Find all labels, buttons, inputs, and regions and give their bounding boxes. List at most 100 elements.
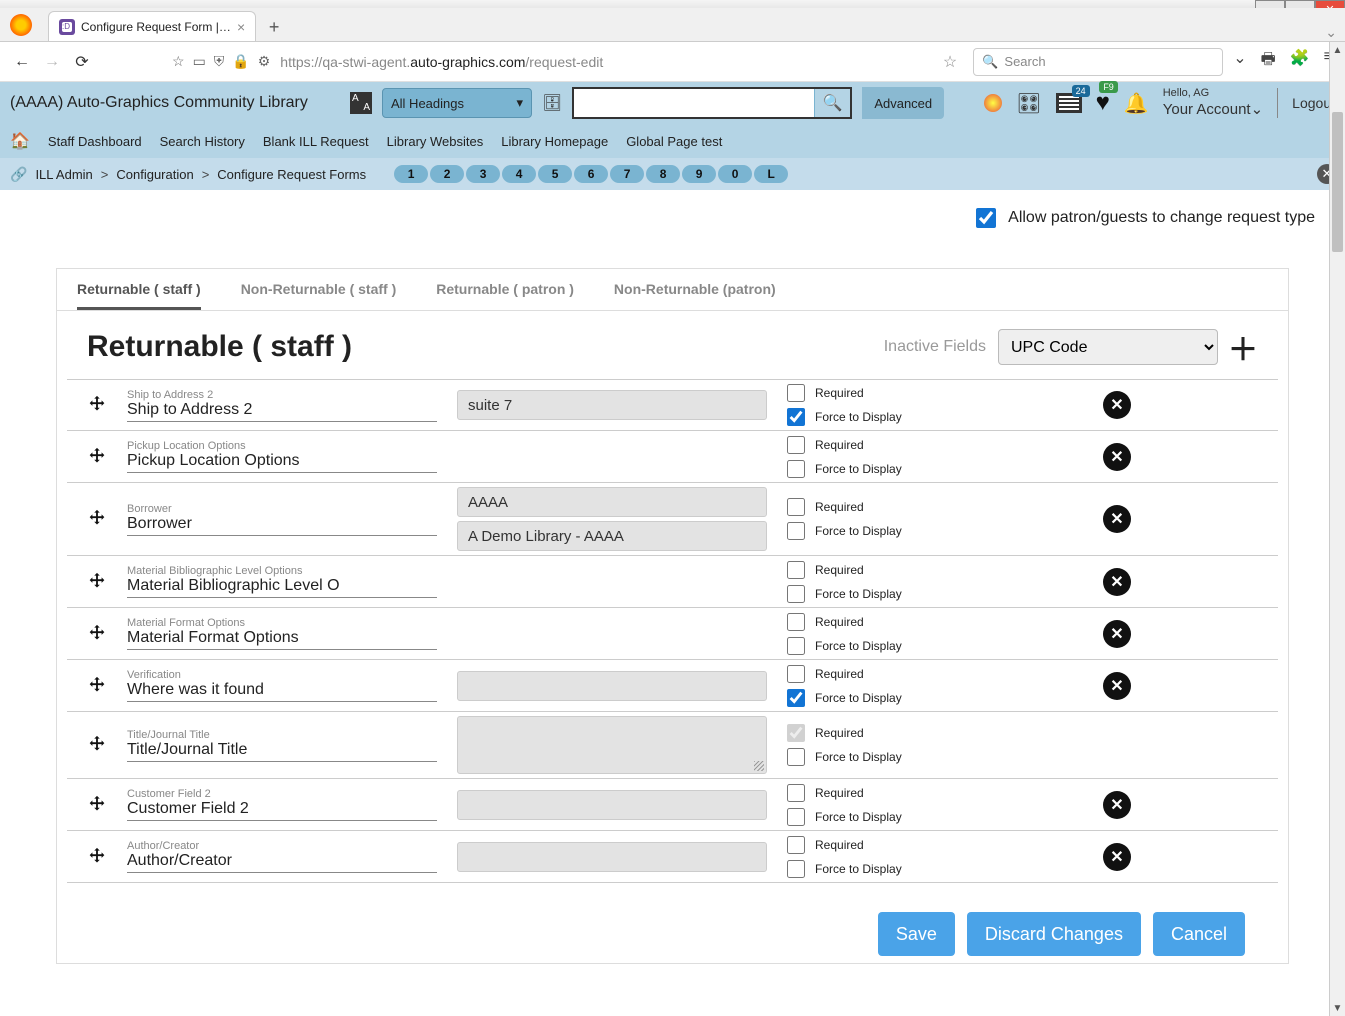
field-name-input[interactable]: Customer Field 2	[127, 800, 437, 821]
notifications-icon[interactable]: 🔔	[1124, 91, 1149, 116]
account-menu[interactable]: Hello, AG Your Account⌄	[1163, 87, 1263, 118]
bookmark-page-icon[interactable]: ☆	[172, 53, 185, 70]
container-icon[interactable]: ▭	[193, 53, 206, 70]
headings-dropdown[interactable]: All Headings	[382, 88, 532, 118]
back-button[interactable]: ←	[12, 52, 32, 72]
delete-field-button[interactable]: ✕	[1103, 443, 1131, 471]
nav-library-homepage[interactable]: Library Homepage	[501, 134, 608, 149]
pill[interactable]: 6	[574, 165, 608, 183]
app-search-input[interactable]	[574, 89, 814, 117]
inactive-fields-select[interactable]: UPC Code	[998, 329, 1218, 365]
drag-handle-icon[interactable]	[67, 831, 127, 882]
field-name-input[interactable]: Where was it found	[127, 681, 437, 702]
pill[interactable]: 2	[430, 165, 464, 183]
add-field-button[interactable]: ＋	[1228, 325, 1258, 369]
field-value-box[interactable]: AAAA	[457, 487, 767, 517]
field-value-box[interactable]: A Demo Library - AAAA	[457, 521, 767, 551]
required-checkbox[interactable]	[787, 613, 805, 631]
drag-handle-icon[interactable]	[67, 483, 127, 555]
extensions-icon[interactable]: 🧩	[1290, 48, 1310, 75]
force-display-checkbox[interactable]	[787, 860, 805, 878]
favorites-button[interactable]: ♥F9	[1096, 89, 1110, 117]
pill[interactable]: 9	[682, 165, 716, 183]
reload-button[interactable]: ⟳	[72, 52, 92, 72]
tab-nonreturnable-staff[interactable]: Non-Returnable ( staff )	[241, 281, 397, 310]
field-name-input[interactable]: Borrower	[127, 515, 437, 536]
pill[interactable]: L	[754, 165, 788, 183]
required-checkbox[interactable]	[787, 561, 805, 579]
field-name-input[interactable]: Title/Journal Title	[127, 741, 437, 762]
drag-handle-icon[interactable]	[67, 556, 127, 607]
print-icon[interactable]: 🖶	[1261, 48, 1276, 75]
field-value-box[interactable]	[457, 790, 767, 820]
force-display-checkbox[interactable]	[787, 522, 805, 540]
scroll-up-icon[interactable]: ▲	[1330, 42, 1345, 58]
delete-field-button[interactable]: ✕	[1103, 843, 1131, 871]
drag-handle-icon[interactable]	[67, 431, 127, 482]
delete-field-button[interactable]: ✕	[1103, 672, 1131, 700]
field-name-input[interactable]: Material Bibliographic Level O	[127, 577, 437, 598]
delete-field-button[interactable]: ✕	[1103, 791, 1131, 819]
pill[interactable]: 0	[718, 165, 752, 183]
language-icon[interactable]	[350, 92, 372, 114]
home-icon[interactable]: 🏠	[10, 131, 30, 151]
force-display-checkbox[interactable]	[787, 408, 805, 426]
force-display-checkbox[interactable]	[787, 585, 805, 603]
drag-handle-icon[interactable]	[67, 779, 127, 830]
required-checkbox[interactable]	[787, 384, 805, 402]
allow-change-checkbox[interactable]	[976, 208, 996, 228]
pill[interactable]: 7	[610, 165, 644, 183]
delete-field-button[interactable]: ✕	[1103, 391, 1131, 419]
delete-field-button[interactable]: ✕	[1103, 568, 1131, 596]
field-name-input[interactable]: Ship to Address 2	[127, 401, 437, 422]
field-value-box[interactable]	[457, 842, 767, 872]
tabs-dropdown-icon[interactable]: ⌄	[1325, 24, 1337, 41]
field-value-box[interactable]	[457, 671, 767, 701]
drag-handle-icon[interactable]	[67, 380, 127, 430]
pill[interactable]: 8	[646, 165, 680, 183]
new-tab-button[interactable]: +	[260, 13, 288, 41]
vertical-scrollbar[interactable]: ▲ ▼	[1329, 42, 1345, 1016]
list-button[interactable]: 24	[1056, 93, 1082, 113]
required-checkbox[interactable]	[787, 665, 805, 683]
required-checkbox[interactable]	[787, 436, 805, 454]
crumb-ill-admin[interactable]: ILL Admin	[35, 167, 92, 182]
drag-handle-icon[interactable]	[67, 608, 127, 659]
nav-global-page-test[interactable]: Global Page test	[626, 134, 722, 149]
required-checkbox[interactable]	[787, 836, 805, 854]
force-display-checkbox[interactable]	[787, 748, 805, 766]
url-bar[interactable]: https://qa-stwi-agent.auto-graphics.com/…	[280, 54, 933, 70]
drag-handle-icon[interactable]	[67, 660, 127, 711]
pill[interactable]: 3	[466, 165, 500, 183]
control-panel-icon[interactable]: 🎛	[1016, 91, 1041, 116]
nav-library-websites[interactable]: Library Websites	[387, 134, 484, 149]
pill[interactable]: 5	[538, 165, 572, 183]
force-display-checkbox[interactable]	[787, 637, 805, 655]
drag-handle-icon[interactable]	[67, 712, 127, 778]
force-display-checkbox[interactable]	[787, 689, 805, 707]
nav-staff-dashboard[interactable]: Staff Dashboard	[48, 134, 142, 149]
delete-field-button[interactable]: ✕	[1103, 620, 1131, 648]
tab-returnable-staff[interactable]: Returnable ( staff )	[77, 281, 201, 310]
tab-close-icon[interactable]: ×	[237, 19, 245, 35]
tab-returnable-patron[interactable]: Returnable ( patron )	[436, 281, 574, 310]
app-search-button[interactable]: 🔍	[814, 89, 850, 117]
database-icon[interactable]: 🗄	[542, 93, 562, 113]
discard-button[interactable]: Discard Changes	[967, 912, 1141, 956]
force-display-checkbox[interactable]	[787, 808, 805, 826]
delete-field-button[interactable]: ✕	[1103, 505, 1131, 533]
scroll-down-icon[interactable]: ▼	[1330, 1000, 1345, 1016]
field-value-box[interactable]: suite 7	[457, 390, 767, 420]
cancel-button[interactable]: Cancel	[1153, 912, 1245, 956]
pocket-icon[interactable]: ⌄	[1233, 48, 1246, 75]
balloon-icon[interactable]	[984, 94, 1002, 112]
browser-search-box[interactable]: 🔍 Search	[973, 48, 1223, 76]
field-name-input[interactable]: Pickup Location Options	[127, 452, 437, 473]
pill[interactable]: 4	[502, 165, 536, 183]
nav-search-history[interactable]: Search History	[160, 134, 245, 149]
required-checkbox[interactable]	[787, 784, 805, 802]
scroll-thumb[interactable]	[1332, 112, 1343, 252]
save-button[interactable]: Save	[878, 912, 955, 956]
field-value-box[interactable]	[457, 716, 767, 774]
field-name-input[interactable]: Material Format Options	[127, 629, 437, 650]
